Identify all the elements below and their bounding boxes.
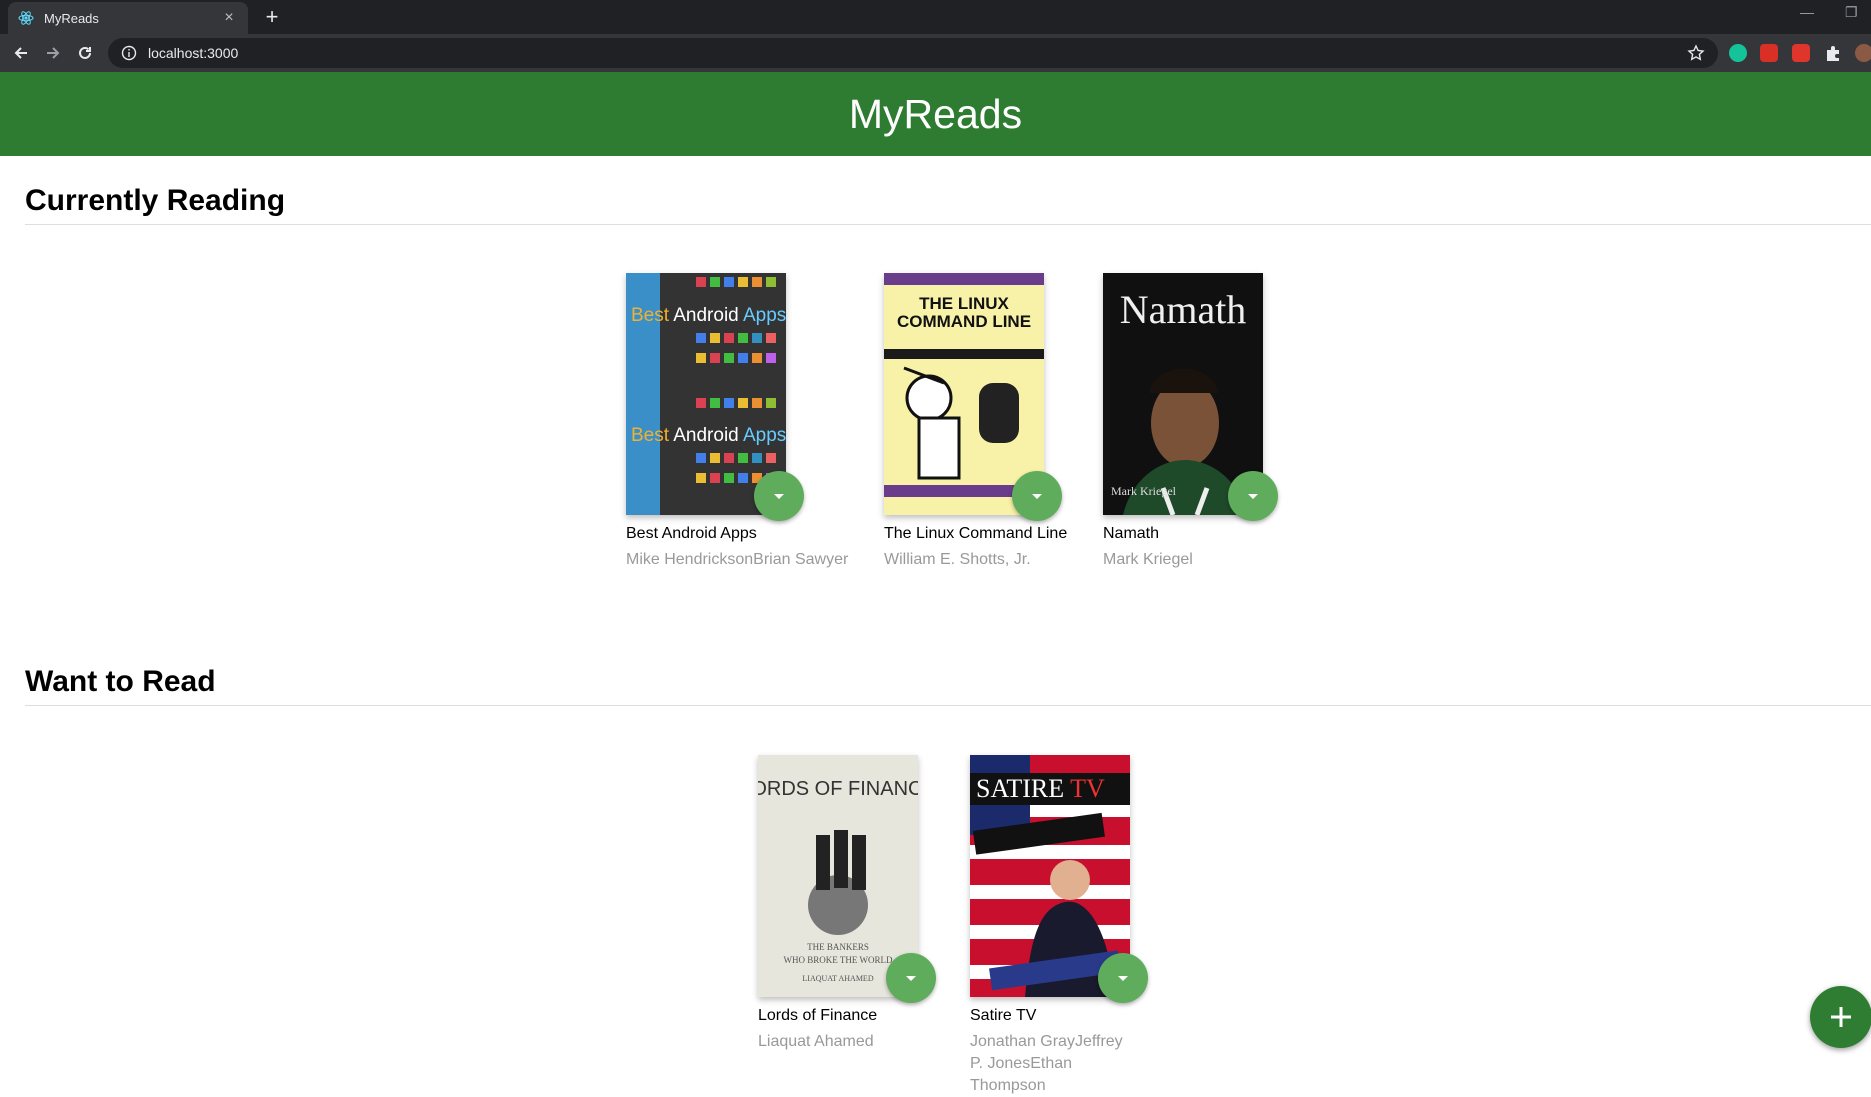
book-item: Namath Mark Kriegel Namath Mark Kriegel (1103, 273, 1323, 573)
shelf-title: Want to Read (25, 665, 1871, 706)
forward-icon[interactable] (40, 40, 66, 66)
book-authors: Mark Kriegel (1103, 551, 1193, 568)
back-icon[interactable] (8, 40, 34, 66)
book-title: Lords of Finance (758, 1007, 878, 1024)
book-title: Best Android Apps (626, 525, 757, 542)
arrow-drop-down-icon (906, 976, 916, 981)
address-bar[interactable]: localhost:3000 (108, 38, 1718, 68)
browser-toolbar: localhost:3000 (0, 34, 1871, 72)
svg-text:SATIRE TV: SATIRE TV (976, 774, 1105, 803)
book-title: The Linux Command Line (884, 525, 1068, 542)
svg-text:Mark Kriegel: Mark Kriegel (1111, 484, 1177, 498)
add-icon (1831, 1007, 1851, 1027)
app-header: MyReads (0, 72, 1871, 156)
acrobat-extension-icon[interactable] (1760, 44, 1778, 62)
book-title: Satire TV (970, 1007, 1037, 1024)
svg-text:THE LINUX: THE LINUX (919, 294, 1009, 313)
shelf-changer-button[interactable] (1012, 471, 1062, 521)
shelf-changer-button[interactable] (886, 953, 936, 1003)
svg-text:Best Android Apps: Best Android Apps (631, 425, 786, 446)
site-info-icon[interactable] (120, 44, 138, 62)
svg-text:WHO BROKE THE WORLD: WHO BROKE THE WORLD (784, 955, 893, 965)
arrow-drop-down-icon (1032, 494, 1042, 499)
book-authors: Mike HendricksonBrian Sawyer (626, 551, 849, 568)
arrow-drop-down-icon (1118, 976, 1128, 981)
restore-button[interactable]: ❐ (1845, 4, 1858, 21)
browser-tabstrip: MyReads × + — ❐ (0, 0, 1871, 34)
svg-text:Best Android Apps: Best Android Apps (631, 305, 786, 326)
profile-avatar[interactable] (1855, 44, 1871, 62)
browser-tab[interactable]: MyReads × (8, 2, 248, 34)
tab-title: MyReads (44, 10, 99, 26)
svg-text:LORDS OF FINANCE: LORDS OF FINANCE (758, 778, 918, 800)
book-item: Best Android Apps Best Android Apps Best… (626, 273, 849, 573)
book-authors: Liaquat Ahamed (758, 1033, 874, 1050)
shelf-changer-button[interactable] (1228, 471, 1278, 521)
new-tab-button[interactable]: + (258, 4, 286, 32)
book-title: Namath (1103, 525, 1160, 542)
shelf-want-to-read: Want to Read LORDS OF FINANCE THE BANKER… (25, 665, 1871, 1094)
shelf-currently-reading: Currently Reading Best Android Apps Best… (25, 184, 1871, 568)
book-item: THE LINUX COMMAND LINE The Linux Command… (884, 273, 1104, 573)
bookmark-star-icon[interactable] (1686, 43, 1706, 63)
grammarly-extension-icon[interactable] (1729, 44, 1747, 62)
arrow-drop-down-icon (1248, 494, 1258, 499)
url-text: localhost:3000 (148, 45, 239, 61)
svg-text:LIAQUAT AHAMED: LIAQUAT AHAMED (802, 974, 873, 983)
tab-close-icon[interactable]: × (220, 9, 238, 27)
book-authors: Jonathan GrayJeffrey P. JonesEthan Thomp… (970, 1033, 1123, 1094)
shelf-title: Currently Reading (25, 184, 1871, 225)
minimize-button[interactable]: — (1800, 4, 1814, 20)
add-book-button[interactable] (1810, 986, 1871, 1048)
react-icon (18, 10, 34, 26)
svg-text:Namath: Namath (1120, 287, 1247, 332)
shelf-changer-button[interactable] (1098, 953, 1148, 1003)
book-item: LORDS OF FINANCE THE BANKERS WHO BROKE T… (758, 755, 978, 1075)
book-authors: William E. Shotts, Jr. (884, 551, 1031, 568)
app-title: MyReads (848, 90, 1023, 137)
extensions-puzzle-icon[interactable] (1824, 44, 1842, 62)
reload-icon[interactable] (72, 40, 98, 66)
shelf-changer-button[interactable] (754, 471, 804, 521)
svg-text:COMMAND LINE: COMMAND LINE (897, 312, 1031, 331)
extension-icon[interactable] (1792, 44, 1810, 62)
svg-text:THE BANKERS: THE BANKERS (807, 942, 869, 952)
arrow-drop-down-icon (774, 494, 784, 499)
book-item: SATIRE TV Satire TV Jonathan GrayJeffrey… (970, 755, 1190, 1094)
